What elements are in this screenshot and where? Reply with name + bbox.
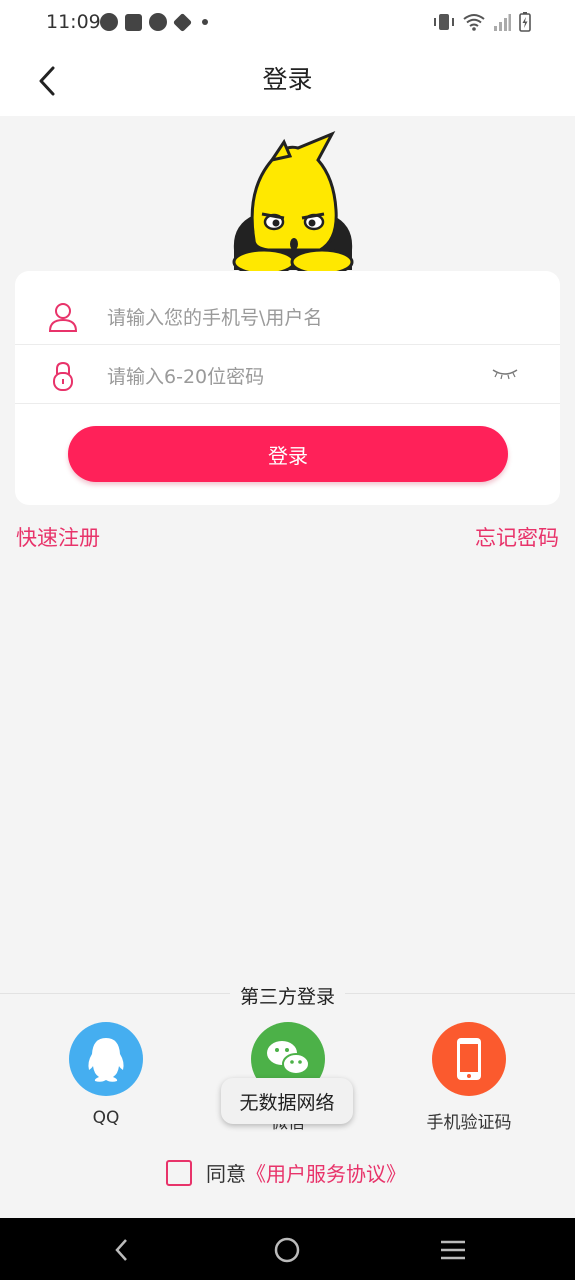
login-card: 请输入您的手机号\用户名 请输入6-20位密码 登录 [15,271,560,505]
forgot-password-link[interactable]: 忘记密码 [475,522,559,552]
phone-code-label: 手机验证码 [426,1113,512,1133]
bag-icon [125,13,142,31]
qq-icon [88,1038,124,1082]
agree-label: 同意 [206,1162,246,1186]
check-circle-icon [149,13,167,31]
qq-login-button[interactable] [69,1022,143,1096]
nav-home-button[interactable] [267,1230,307,1270]
nav-back-icon [115,1239,127,1261]
system-nav-bar [0,1218,575,1280]
stack-icon [172,12,193,32]
wifi-icon [463,14,485,31]
battery-charging-icon [519,12,531,32]
qq-label: QQ [92,1108,120,1128]
username-input[interactable]: 请输入您的手机号\用户名 [107,303,322,330]
nav-menu-icon [441,1240,465,1260]
nav-home-icon [274,1237,300,1263]
dot-icon [202,19,208,25]
top-header: 登录 [0,46,575,116]
username-field[interactable]: 请输入您的手机号\用户名 [15,287,560,345]
lock-icon [53,361,73,391]
eye-closed-icon[interactable] [491,366,519,380]
agreement-row: 同意 《用户服务协议》 [166,1158,406,1187]
mascot-image [232,131,354,276]
password-field[interactable]: 请输入6-20位密码 [15,346,560,404]
third-party-title: 第三方登录 [229,986,345,1008]
register-link[interactable]: 快速注册 [16,522,100,552]
user-agreement-link[interactable]: 《用户服务协议》 [246,1158,406,1187]
vibrate-icon [434,14,454,30]
status-time: 11:09 [46,11,101,33]
toast-message: 无数据网络 [221,1078,353,1124]
user-icon [48,303,78,332]
agree-checkbox[interactable] [166,1159,192,1186]
phone-icon [457,1038,481,1080]
signal-icon [494,14,511,31]
divider [15,403,560,404]
speedometer-icon [100,13,118,31]
phone-login-button[interactable] [432,1022,506,1096]
password-input[interactable]: 请输入6-20位密码 [107,362,264,389]
status-bar: 11:09 [0,0,575,46]
login-button[interactable]: 登录 [68,426,508,482]
nav-back-button[interactable] [102,1230,142,1270]
divider [15,344,560,345]
nav-menu-button[interactable] [433,1230,473,1270]
page-title: 登录 [262,65,313,94]
